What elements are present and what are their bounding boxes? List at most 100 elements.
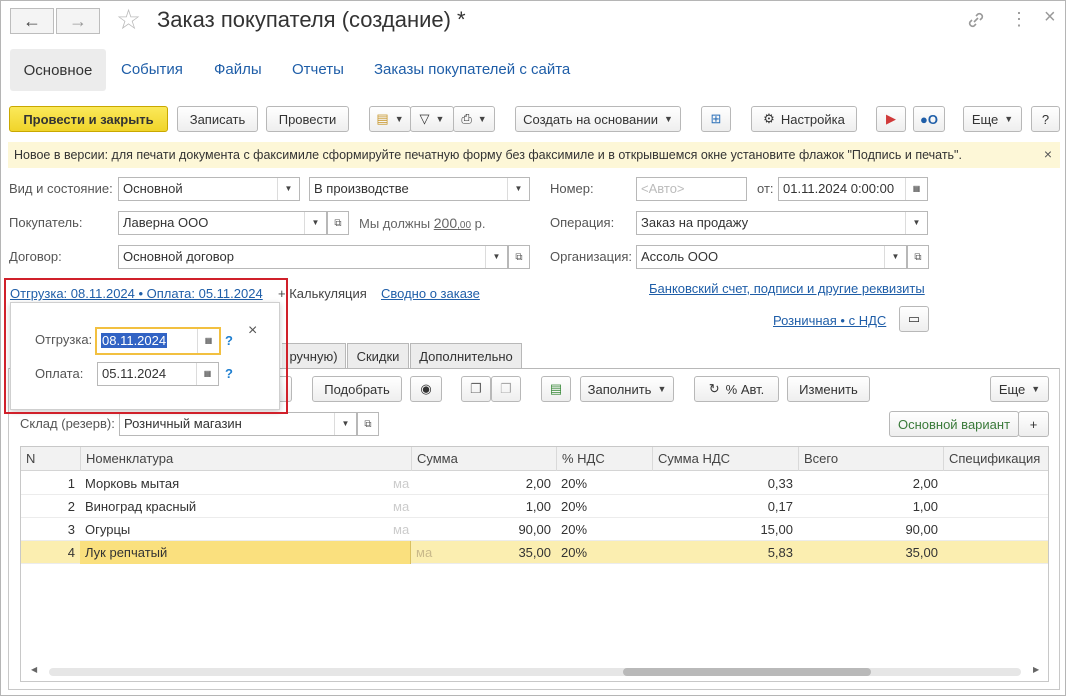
back-button[interactable]: ← (10, 8, 54, 34)
chevron-down-icon[interactable]: ▼ (304, 212, 326, 234)
tab-additional[interactable]: Дополнительно (410, 343, 522, 368)
cell-sum: 1,00 (525, 499, 551, 514)
price-type-link[interactable]: Розничная • с НДС (773, 313, 886, 328)
table-row-selected[interactable]: 4 Лук репчатый ма 35,00 20% 5,83 35,00 (21, 541, 1048, 564)
section-files[interactable]: Файлы (214, 61, 262, 78)
star-icon[interactable]: ☆ (116, 6, 141, 34)
save-button[interactable]: Записать (177, 106, 258, 132)
open-warehouse-icon[interactable]: ⧉ (357, 412, 379, 436)
operation-field[interactable]: Заказ на продажу ▼ (636, 211, 928, 235)
gear-icon: ⚙ (763, 111, 775, 126)
state-field[interactable]: В производстве ▼ (309, 177, 530, 201)
vat-auto-button[interactable]: ↻ % Авт. (694, 376, 779, 402)
cell-name[interactable]: Лук репчатый (80, 541, 411, 564)
date-field[interactable]: 01.11.2024 0:00:00 ▦ (778, 177, 928, 201)
more-button[interactable]: Еще ▼ (963, 106, 1022, 132)
cell-total: 90,00 (905, 522, 938, 537)
print-button[interactable]: ⎙ ▼ (453, 106, 495, 132)
structure-icon: ⊞ (710, 111, 722, 126)
open-buyer-icon[interactable]: ⧉ (327, 211, 349, 235)
table-icon: ▤ (549, 381, 563, 396)
contract-field[interactable]: Основной договор ▼ (118, 245, 508, 269)
scroll-right-icon[interactable]: ▶ (1033, 665, 1039, 674)
cell-total: 1,00 (912, 499, 938, 514)
col-total[interactable]: Всего (798, 447, 943, 471)
more-menu-icon[interactable]: ⋮ (1010, 10, 1028, 28)
warehouse-field[interactable]: Розничный магазин ▼ (119, 412, 357, 436)
cell-vat-sum: 0,33 (767, 476, 793, 491)
org-value: Ассоль ООО (641, 249, 719, 264)
cell-vat-rate: 20% (561, 522, 588, 537)
settings-button[interactable]: ⚙ Настройка (751, 106, 857, 132)
card-button[interactable]: ▭ (899, 306, 929, 332)
forward-button[interactable]: → (56, 8, 100, 34)
vat-auto-label: % Авт. (725, 381, 765, 397)
calculation-link[interactable]: + Калькуляция (278, 286, 367, 301)
filter-button[interactable]: ▽ ▼ (410, 106, 454, 132)
chevron-down-icon[interactable]: ▼ (277, 178, 299, 200)
buyer-field[interactable]: Лаверна ООО ▼ (118, 211, 327, 235)
tab-products[interactable]: ручную) (282, 343, 346, 368)
fill-button[interactable]: Заполнить ▼ (580, 376, 674, 402)
close-icon[interactable]: × (1044, 146, 1052, 162)
open-contract-icon[interactable]: ⧉ (508, 245, 530, 269)
link-icon[interactable] (966, 10, 986, 33)
create-based-on-label: Создать на основании (523, 111, 658, 127)
cell-name: Огурцы (85, 522, 131, 537)
chevron-down-icon[interactable]: ▼ (485, 246, 507, 268)
chevron-down-icon[interactable]: ▼ (905, 212, 927, 234)
create-based-on-button[interactable]: Создать на основании ▼ (515, 106, 681, 132)
order-summary-link[interactable]: Сводно о заказе (381, 286, 480, 301)
change-button[interactable]: Изменить (787, 376, 870, 402)
org-field[interactable]: Ассоль ООО ▼ (636, 245, 907, 269)
col-vat-sum[interactable]: Сумма НДС (652, 447, 798, 471)
tab-discounts[interactable]: Скидки (347, 343, 409, 368)
ozon-button[interactable]: ●O (913, 106, 945, 132)
post-button[interactable]: Провести (266, 106, 349, 132)
chevron-down-icon[interactable]: ▼ (507, 178, 529, 200)
kind-field[interactable]: Основной ▼ (118, 177, 300, 201)
add-variant-button[interactable]: + (1018, 411, 1049, 437)
variant-button[interactable]: Основной вариант (889, 411, 1019, 437)
table-more-button[interactable]: Еще ▼ (990, 376, 1049, 402)
section-reports[interactable]: Отчеты (292, 61, 344, 78)
calendar-icon[interactable]: ▦ (905, 178, 927, 200)
post-and-close-button[interactable]: Провести и закрыть (9, 106, 168, 132)
buyer-value: Лаверна ООО (123, 215, 209, 230)
paste-button[interactable]: ❐ (491, 376, 521, 402)
horizontal-scrollbar[interactable]: ◀ ▶ (27, 665, 1043, 677)
structure-button[interactable]: ⊞ (701, 106, 731, 132)
cell-hidden: ма (393, 476, 410, 491)
edo-button[interactable]: ▶ (876, 106, 906, 132)
table-settings-button[interactable]: ▤ (541, 376, 571, 402)
chevron-down-icon[interactable]: ▼ (334, 413, 356, 435)
scroll-thumb[interactable] (623, 668, 871, 676)
col-n[interactable]: N (21, 447, 80, 471)
section-main[interactable]: Основное (10, 49, 106, 91)
table-row[interactable]: 2 Виноград красный ма 1,00 20% 0,17 1,00 (21, 495, 1048, 518)
col-sum[interactable]: Сумма (411, 447, 556, 471)
chevron-down-icon[interactable]: ▼ (884, 246, 906, 268)
copy-button[interactable]: ❐ (461, 376, 491, 402)
pick-button[interactable]: Подобрать (312, 376, 402, 402)
doc-print-button[interactable]: ▤ ▼ (369, 106, 411, 132)
scroll-left-icon[interactable]: ◀ (31, 665, 37, 674)
bank-details-link[interactable]: Банковский счет, подписи и другие реквиз… (649, 281, 925, 296)
table-row[interactable]: 3 Огурцы ма 90,00 20% 15,00 90,00 (21, 518, 1048, 541)
section-events[interactable]: События (121, 61, 183, 78)
col-vat-rate[interactable]: % НДС (556, 447, 652, 471)
open-org-icon[interactable]: ⧉ (907, 245, 929, 269)
view-button[interactable]: ◉ (410, 376, 442, 402)
close-icon[interactable]: × (1044, 7, 1056, 27)
debt-int[interactable]: 200 (434, 215, 457, 231)
col-name[interactable]: Номенклатура (80, 447, 411, 471)
cell-vat-sum: 0,17 (767, 499, 793, 514)
number-field[interactable]: <Авто> (636, 177, 747, 201)
table-row[interactable]: 1 Морковь мытая ма 2,00 20% 0,33 2,00 (21, 472, 1048, 495)
col-spec[interactable]: Спецификация (943, 447, 1050, 471)
cell-vat-rate: 20% (561, 499, 588, 514)
operation-label: Операция: (550, 215, 615, 230)
operation-value: Заказ на продажу (641, 215, 749, 230)
help-button[interactable]: ? (1031, 106, 1060, 132)
section-site-orders[interactable]: Заказы покупателей с сайта (374, 61, 570, 78)
